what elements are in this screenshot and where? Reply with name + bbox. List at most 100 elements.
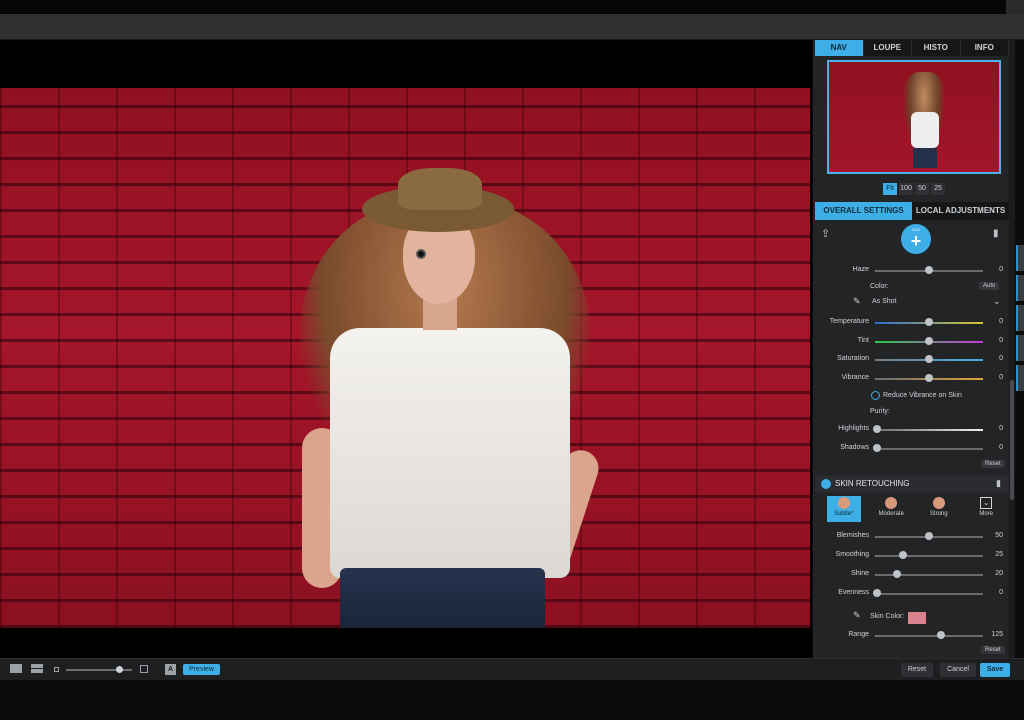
temperature-label: Temperature (829, 318, 869, 325)
skin-presets: Subtle* Moderate Strong ⌄ More (827, 496, 1003, 524)
preset-more-label: More (979, 511, 994, 517)
zoom-50-button[interactable]: 50 (915, 183, 929, 195)
blemishes-slider-row: Blemishes 50 (815, 530, 1009, 544)
section-enable-toggle[interactable] (821, 479, 831, 489)
evenness-value: 0 (999, 589, 1003, 596)
add-adjustment-button[interactable]: ADD + (901, 224, 931, 254)
vibrance-label: Vibrance (841, 374, 869, 381)
tint-knob[interactable] (925, 337, 933, 345)
smoothing-track[interactable] (875, 555, 983, 557)
skin-color-label: Skin Color: (870, 613, 905, 620)
skin-retouching-title: SKIN RETOUCHING (835, 479, 910, 488)
photo[interactable] (0, 88, 810, 628)
color-preset-value[interactable]: As Shot (872, 298, 897, 305)
chevron-down-icon[interactable]: ⌄ (993, 296, 1001, 307)
window-bottom-strip (0, 680, 1024, 720)
image-canvas[interactable] (0, 40, 812, 658)
thumbnail-subject-jeans (913, 148, 937, 168)
zoom-25-button[interactable]: 25 (931, 183, 945, 195)
vibrance-slider-row: Vibrance 0 (815, 372, 1009, 386)
zoom-100-button[interactable]: 100 (899, 183, 913, 195)
tab-overall-settings[interactable]: OVERALL SETTINGS (815, 202, 912, 220)
tab-local-adjustments[interactable]: LOCAL ADJUSTMENTS (912, 202, 1009, 220)
compare-icon[interactable]: A (165, 664, 176, 675)
shadows-slider-row: Shadows 0 (815, 442, 1009, 456)
trash-icon[interactable]: ▮ (993, 228, 1005, 240)
saturation-knob[interactable] (925, 355, 933, 363)
haze-knob[interactable] (925, 266, 933, 274)
skin-reset-button[interactable]: Reset (981, 646, 1005, 654)
evenness-knob[interactable] (873, 589, 881, 597)
smoothing-label: Smoothing (835, 551, 869, 558)
highlights-label: Highlights (838, 425, 869, 432)
color-auto-button[interactable]: Auto (979, 282, 1000, 290)
settings-action-row: ⇪ ADD + ▮ (815, 222, 1009, 254)
smoothing-slider-row: Smoothing 25 (815, 549, 1009, 563)
range-track[interactable] (875, 635, 983, 637)
export-icon[interactable]: ⇪ (821, 228, 833, 240)
tab-loupe[interactable]: LOUPE (864, 40, 912, 56)
settings-tabs: OVERALL SETTINGS LOCAL ADJUSTMENTS (815, 202, 1009, 220)
highlights-slider-row: Highlights 0 (815, 423, 1009, 437)
shadows-knob[interactable] (873, 444, 881, 452)
cancel-button[interactable]: Cancel (940, 663, 976, 677)
edge-tool-3[interactable] (1016, 305, 1024, 331)
preset-more[interactable]: ⌄ More (970, 496, 1004, 522)
skin-eyedropper-icon[interactable]: ✎ (853, 610, 861, 621)
face-marker[interactable] (416, 249, 426, 259)
tab-histo[interactable]: HISTO (912, 40, 961, 56)
saturation-label: Saturation (837, 355, 869, 362)
haze-label: Haze (852, 266, 869, 273)
shine-knob[interactable] (893, 570, 901, 578)
tab-nav[interactable]: NAV (815, 40, 864, 56)
preset-subtle[interactable]: Subtle* (827, 496, 861, 522)
scrollbar-thumb[interactable] (1010, 380, 1014, 500)
bottom-toolbar: A Preview Reset Cancel Save (0, 658, 1024, 680)
smoothing-knob[interactable] (899, 551, 907, 559)
single-view-icon[interactable] (10, 664, 22, 673)
vibrance-knob[interactable] (925, 374, 933, 382)
preset-strong[interactable]: Strong (922, 496, 956, 522)
shadows-track[interactable] (875, 448, 983, 450)
range-slider-row: Range 125 (815, 629, 1009, 643)
zoom-slider-knob[interactable] (116, 666, 123, 673)
trash-icon[interactable]: ▮ (996, 478, 1001, 489)
skin-retouching-header[interactable]: SKIN RETOUCHING ▮ (815, 476, 1009, 492)
thumbnail-subject-body (911, 112, 939, 148)
split-view-icon[interactable] (31, 664, 43, 673)
purity-label: Purity: (870, 408, 890, 415)
purity-reset-button[interactable]: Reset (981, 460, 1005, 468)
skin-color-swatch[interactable] (908, 612, 926, 624)
eyedropper-icon[interactable]: ✎ (853, 296, 861, 307)
preset-moderate[interactable]: Moderate (875, 496, 909, 522)
temperature-knob[interactable] (925, 318, 933, 326)
shine-track[interactable] (875, 574, 983, 576)
reset-button[interactable]: Reset (901, 663, 933, 677)
edge-tool-4[interactable] (1016, 335, 1024, 361)
panel-scrollbar[interactable] (1009, 40, 1015, 658)
preview-button[interactable]: Preview (183, 664, 220, 675)
zoom-slider[interactable] (66, 666, 132, 673)
edge-tool-5[interactable] (1016, 365, 1024, 391)
evenness-track[interactable] (875, 593, 983, 595)
temperature-value: 0 (999, 318, 1003, 325)
blemishes-knob[interactable] (925, 532, 933, 540)
zoom-fit-button[interactable]: Fit (883, 183, 897, 195)
subject (300, 128, 604, 628)
zoom-in-icon[interactable] (140, 665, 148, 673)
tab-info[interactable]: INFO (961, 40, 1009, 56)
reduce-vibrance-checkbox[interactable] (871, 391, 880, 400)
face-icon (932, 497, 945, 509)
range-knob[interactable] (937, 631, 945, 639)
save-button[interactable]: Save (980, 663, 1010, 677)
nav-tabs: NAV LOUPE HISTO INFO (815, 40, 1009, 56)
plus-icon: + (910, 231, 922, 251)
highlights-track[interactable] (875, 429, 983, 431)
highlights-knob[interactable] (873, 425, 881, 433)
zoom-out-icon[interactable] (54, 667, 59, 672)
right-panel: NAV LOUPE HISTO INFO Fit 100 50 25 OVERA… (813, 40, 1009, 658)
edge-tool-2[interactable] (1016, 275, 1024, 301)
range-label: Range (848, 631, 869, 638)
edge-tool-1[interactable] (1016, 245, 1024, 271)
navigator-thumbnail[interactable] (827, 60, 1001, 174)
